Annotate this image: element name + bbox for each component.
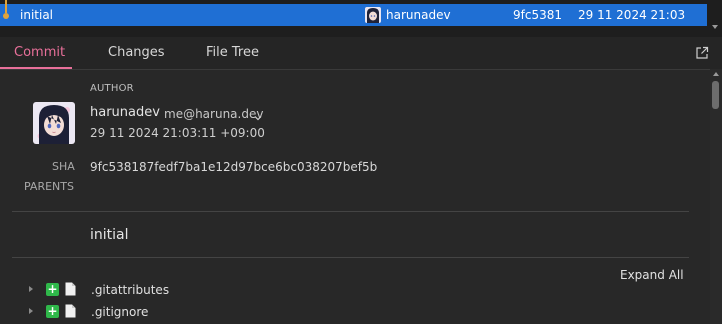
author-email[interactable]: me@haruna.dev	[164, 107, 263, 121]
parents-label: PARENTS	[24, 180, 74, 193]
scroll-thumb[interactable]	[712, 81, 719, 109]
scroll-up-icon[interactable]	[713, 72, 719, 76]
author-label: AUTHOR	[90, 83, 134, 94]
detail-scrollbar[interactable]	[710, 69, 722, 324]
file-list-item[interactable]: + .gitignore	[0, 302, 700, 322]
file-name: .gitattributes	[91, 283, 170, 297]
commit-row-selected[interactable]: initial harunadev 9fc5381 29 11 2024 21:…	[0, 0, 707, 26]
graph-commit-dot	[3, 13, 9, 19]
added-status-icon: +	[46, 282, 59, 296]
author-name: harunadev	[90, 105, 160, 120]
commit-row-sha: 9fc5381	[513, 8, 562, 22]
caret-right-icon[interactable]	[29, 286, 33, 292]
active-tab-indicator	[0, 67, 72, 69]
file-icon	[65, 282, 76, 296]
commit-row-author: harunadev	[386, 8, 451, 22]
commit-list-area: initial harunadev 9fc5381 29 11 2024 21:…	[0, 0, 722, 37]
tab-file-tree[interactable]: File Tree	[206, 45, 259, 60]
tab-commit[interactable]: Commit	[14, 45, 65, 60]
divider	[12, 257, 689, 258]
commit-row-subject: initial	[20, 8, 53, 22]
divider	[12, 211, 689, 212]
author-date: 29 11 2024 21:03:11 +09:00	[90, 126, 265, 140]
commit-row-date: 29 11 2024 21:03	[578, 8, 686, 22]
avatar	[33, 102, 75, 144]
added-status-icon: +	[46, 304, 59, 318]
file-list-item[interactable]: + .gitattributes	[0, 280, 700, 300]
list-scroll-down-icon[interactable]	[712, 25, 718, 29]
file-icon	[65, 304, 76, 318]
tab-changes[interactable]: Changes	[108, 45, 165, 60]
external-link-icon[interactable]	[695, 46, 709, 60]
file-name: .gitignore	[91, 305, 149, 319]
commit-row-avatar	[365, 7, 381, 23]
commit-message: initial	[90, 227, 129, 243]
caret-right-icon[interactable]	[29, 308, 33, 314]
sha-value[interactable]: 9fc538187fedf7ba1e12d97bce6bc038207bef5b	[90, 160, 377, 174]
detail-tab-bar: Commit Changes File Tree	[0, 37, 722, 70]
sha-label: SHA	[52, 160, 75, 173]
graph-branch-line	[5, 0, 7, 13]
chevron-down-icon[interactable]	[254, 110, 262, 121]
